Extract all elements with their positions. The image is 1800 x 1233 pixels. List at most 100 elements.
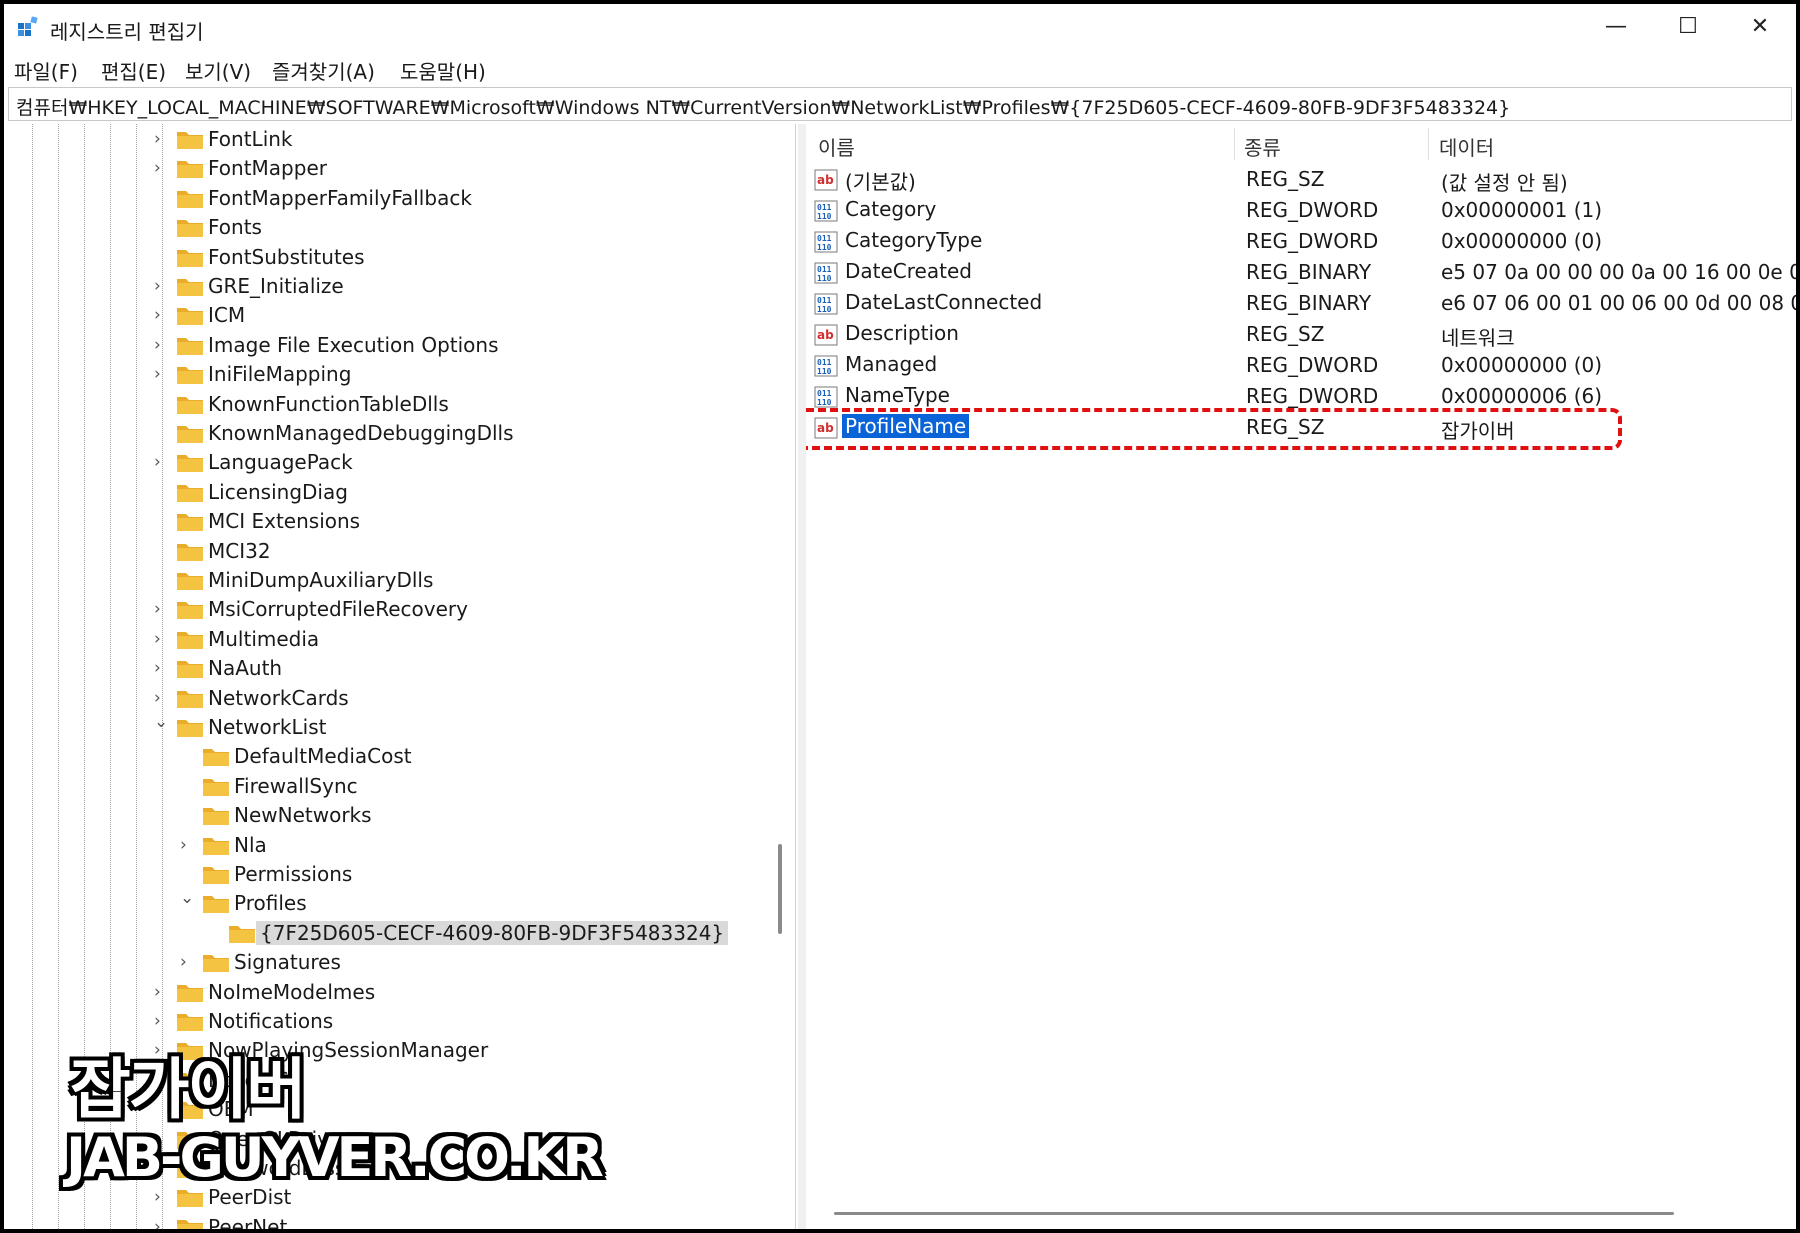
tree-item-label: MCI32: [208, 538, 271, 563]
column-header-type[interactable]: 종류: [1244, 132, 1281, 161]
tree-item[interactable]: KnownManagedDebuggingDlls: [8, 420, 768, 448]
value-row[interactable]: 011 110 DateCreated REG_BINARY e5 07 0a 00 0…: [806, 258, 1796, 289]
tree-item[interactable]: › Image File Execution Options: [8, 332, 768, 360]
tree-item-label: GRE_Initialize: [208, 274, 344, 298]
tree-item[interactable]: FontSubstitutes: [8, 244, 768, 272]
binary-value-icon: 011110: [814, 293, 838, 315]
column-header-data[interactable]: 데이터: [1439, 132, 1494, 161]
chevron-right-icon[interactable]: ›: [154, 660, 168, 677]
tree-item[interactable]: Fonts: [8, 214, 768, 242]
tree-item[interactable]: MiniDumpAuxiliaryDlls: [8, 567, 768, 595]
chevron-right-icon[interactable]: ›: [154, 278, 168, 295]
values-list-pane[interactable]: 이름 종류 데이터 ab (기본값) REG_SZ (값 설정 안 됨) 011 110 C…: [806, 124, 1796, 1229]
column-header-name[interactable]: 이름: [818, 132, 855, 161]
menu-view[interactable]: 보기(V): [185, 56, 251, 85]
tree-item[interactable]: › ICM: [8, 302, 768, 330]
close-icon: ✕: [1750, 13, 1770, 39]
tree-item[interactable]: › NaAuth: [8, 655, 768, 683]
tree-scrollbar-thumb[interactable]: [778, 844, 782, 934]
tree-item[interactable]: › FontLink: [8, 126, 768, 154]
tree-item[interactable]: MCI32: [8, 538, 768, 566]
maximize-button[interactable]: ☐: [1652, 4, 1724, 48]
value-row[interactable]: 011 110 Managed REG_DWORD 0x00000000 (0): [806, 351, 1796, 382]
tree-item-label: DefaultMediaCost: [234, 744, 412, 769]
menu-edit[interactable]: 편집(E): [101, 56, 166, 85]
svg-text:011: 011: [817, 234, 832, 243]
column-separator[interactable]: [1234, 128, 1235, 160]
value-type: REG_DWORD: [1246, 384, 1379, 408]
tree-item[interactable]: ⌄ Profiles: [8, 890, 768, 918]
chevron-right-icon[interactable]: ›: [154, 1218, 168, 1229]
tree-item[interactable]: › Notifications: [8, 1008, 768, 1036]
tree-item[interactable]: LicensingDiag: [8, 479, 768, 507]
value-type: REG_SZ: [1246, 322, 1325, 346]
menu-file[interactable]: 파일(F): [14, 56, 78, 85]
tree-item-label: KnownFunctionTableDlls: [208, 391, 449, 416]
close-button[interactable]: ✕: [1724, 4, 1796, 48]
value-row[interactable]: ab (기본값) REG_SZ (값 설정 안 됨): [806, 165, 1796, 196]
chevron-right-icon[interactable]: ›: [154, 336, 168, 353]
tree-item[interactable]: FirewallSync: [8, 773, 768, 801]
tree-item[interactable]: › LanguagePack: [8, 449, 768, 477]
tree-item[interactable]: {7F25D605-CECF-4609-80FB-9DF3F5483324}: [8, 920, 768, 948]
pane-splitter[interactable]: [798, 124, 806, 1229]
tree-item[interactable]: › FontMapper: [8, 155, 768, 183]
tree-item[interactable]: › Signatures: [8, 949, 768, 977]
tree-item-label: Image File Execution Options: [208, 332, 499, 357]
tree-item[interactable]: › Multimedia: [8, 626, 768, 654]
list-scrollbar-thumb[interactable]: [834, 1212, 1674, 1215]
minimize-button[interactable]: —: [1580, 4, 1652, 48]
tree-item[interactable]: FontMapperFamilyFallback: [8, 185, 768, 213]
value-data: e6 07 06 00 01 00 06 00 0d 00 08 00 1: [1441, 291, 1796, 315]
address-bar[interactable]: 컴퓨터₩HKEY_LOCAL_MACHINE₩SOFTWARE₩Microsof…: [8, 87, 1792, 121]
tree-item[interactable]: › NoImeModelmes: [8, 979, 768, 1007]
tree-item[interactable]: › PeerNet: [8, 1214, 768, 1229]
menu-help[interactable]: 도움말(H): [400, 56, 486, 85]
chevron-right-icon[interactable]: ›: [154, 366, 168, 383]
value-name: Category: [845, 197, 937, 221]
tree-item[interactable]: › MsiCorruptedFileRecovery: [8, 596, 768, 624]
folder-icon: [177, 484, 203, 502]
folder-icon: [203, 955, 229, 973]
chevron-right-icon[interactable]: ›: [154, 601, 168, 618]
folder-icon: [203, 749, 229, 767]
chevron-right-icon[interactable]: ›: [180, 836, 194, 853]
tree-item[interactable]: Permissions: [8, 861, 768, 889]
title-bar[interactable]: 레지스트리 편집기 — ☐ ✕: [4, 4, 1796, 48]
tree-item[interactable]: › IniFileMapping: [8, 361, 768, 389]
tree-item-label: Signatures: [234, 950, 341, 975]
tree-item[interactable]: › Nla: [8, 832, 768, 860]
tree-item[interactable]: DefaultMediaCost: [8, 743, 768, 771]
value-data: 네트워크: [1441, 326, 1515, 350]
menu-favorites[interactable]: 즐겨찾기(A): [272, 56, 375, 85]
folder-icon: [177, 543, 203, 561]
chevron-right-icon[interactable]: ›: [154, 689, 168, 706]
chevron-right-icon[interactable]: ›: [154, 1013, 168, 1030]
value-row[interactable]: ab Description REG_SZ 네트워크: [806, 320, 1796, 351]
chevron-right-icon[interactable]: ›: [154, 1189, 168, 1206]
tree-item[interactable]: MCI Extensions: [8, 508, 768, 536]
value-row[interactable]: 011 110 DateLastConnected REG_BINARY e6 07 0…: [806, 289, 1796, 320]
chevron-right-icon[interactable]: ›: [180, 954, 194, 971]
tree-item[interactable]: › NetworkCards: [8, 685, 768, 713]
chevron-right-icon[interactable]: ›: [154, 630, 168, 647]
folder-icon: [177, 190, 203, 208]
chevron-right-icon[interactable]: ›: [154, 307, 168, 324]
chevron-right-icon[interactable]: ›: [154, 131, 168, 148]
tree-item[interactable]: ⌄ NetworkList: [8, 714, 768, 742]
tree-item[interactable]: KnownFunctionTableDlls: [8, 391, 768, 419]
value-row[interactable]: 011 110 CategoryType REG_DWORD 0x00000000 (0…: [806, 227, 1796, 258]
tree-item-label: FirewallSync: [234, 773, 358, 798]
column-separator[interactable]: [1428, 128, 1429, 160]
chevron-down-icon[interactable]: ⌄: [180, 890, 194, 907]
binary-value-icon: 011110: [814, 262, 838, 284]
svg-text:ab: ab: [817, 173, 834, 187]
chevron-right-icon[interactable]: ›: [154, 160, 168, 177]
chevron-right-icon[interactable]: ›: [154, 454, 168, 471]
tree-item[interactable]: NewNetworks: [8, 802, 768, 830]
value-row[interactable]: 011 110 Category REG_DWORD 0x00000001 (1): [806, 196, 1796, 227]
value-name: CategoryType: [845, 228, 983, 252]
tree-item[interactable]: › GRE_Initialize: [8, 273, 768, 301]
chevron-right-icon[interactable]: ›: [154, 983, 168, 1000]
chevron-down-icon[interactable]: ⌄: [154, 714, 168, 731]
